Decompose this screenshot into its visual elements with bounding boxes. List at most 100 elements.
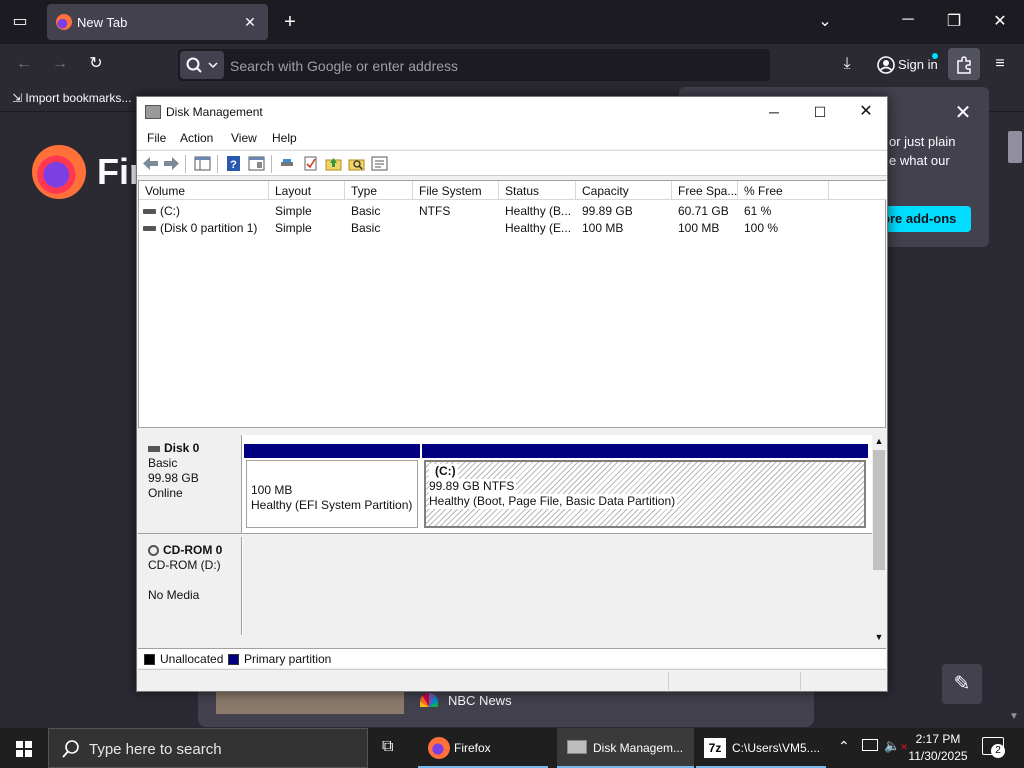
partition-efi-size: 100 MB: [251, 483, 293, 497]
cd-rom-icon: [148, 545, 159, 557]
import-icon: ⇲: [12, 91, 26, 105]
start-button[interactable]: [0, 728, 48, 768]
menu-bar: File Action View Help: [137, 127, 887, 149]
connect-icon[interactable]: [279, 156, 296, 171]
volume-name: (Disk 0 partition 1): [160, 221, 258, 235]
help-icon[interactable]: ?: [225, 156, 242, 171]
primary-partition-swatch: [228, 654, 239, 665]
partition-efi[interactable]: 100 MB Healthy (EFI System Partition): [244, 444, 420, 530]
taskbar-app-7zip[interactable]: 7z C:\Users\VM5....: [696, 728, 826, 768]
extensions-button[interactable]: [948, 48, 980, 80]
menu-view[interactable]: View: [231, 131, 257, 145]
news-source: NBC News: [448, 693, 512, 708]
window-title-bar[interactable]: Disk Management ─ ☐ ✕: [137, 97, 887, 127]
column-header-blank: [829, 181, 887, 200]
tab-new-tab[interactable]: New Tab ✕: [47, 4, 268, 40]
list-all-tabs-icon[interactable]: ⌄: [815, 12, 835, 32]
graphical-scrollbar-thumb[interactable]: [873, 450, 885, 570]
import-bookmarks-link[interactable]: ⇲ Import bookmarks...: [12, 91, 131, 105]
search-folder-icon[interactable]: [348, 156, 365, 171]
tab-title: New Tab: [77, 15, 128, 30]
column-header-capacity[interactable]: Capacity: [576, 181, 672, 200]
partition-c-size: 99.89 GB NTFS: [429, 479, 517, 494]
close-window-icon[interactable]: ✕: [990, 12, 1010, 32]
show-hide-tree-icon[interactable]: [194, 156, 211, 171]
graphical-view-scrollbar[interactable]: ▲ ▼: [872, 435, 886, 647]
new-tab-button[interactable]: +: [280, 12, 300, 32]
tab-list-icon[interactable]: ▭: [10, 12, 30, 32]
column-header-type[interactable]: Type: [345, 181, 413, 200]
page-scrollbar[interactable]: ▼: [1006, 113, 1024, 728]
forward-arrow-icon[interactable]: [163, 156, 180, 171]
primary-partition-bar: [244, 444, 420, 458]
menu-file[interactable]: File: [147, 131, 166, 145]
close-button[interactable]: ✕: [843, 97, 889, 127]
checklist-icon[interactable]: [302, 156, 319, 171]
menu-help[interactable]: Help: [272, 131, 297, 145]
customize-pencil-icon[interactable]: ✎: [942, 664, 982, 704]
scroll-down-icon[interactable]: ▼: [1009, 711, 1019, 722]
table-row[interactable]: (C:) Simple Basic NTFS Healthy (B... 99.…: [139, 202, 885, 219]
taskbar-app-label: Firefox: [454, 741, 491, 755]
column-header-percent-free[interactable]: % Free: [738, 181, 829, 200]
folder-up-icon[interactable]: [325, 156, 342, 171]
panel-close-icon[interactable]: ✕: [951, 101, 975, 125]
unallocated-swatch: [144, 654, 155, 665]
column-header-status[interactable]: Status: [499, 181, 576, 200]
tab-close-icon[interactable]: ✕: [240, 12, 260, 32]
address-bar[interactable]: Search with Google or enter address: [178, 49, 770, 81]
minimize-icon[interactable]: ─: [898, 10, 918, 30]
browser-tab-bar: ▭ New Tab ✕ + ⌄ ─ ❐ ✕: [0, 0, 1024, 44]
volume-muted-icon[interactable]: 🔈✕: [884, 738, 908, 754]
taskbar-search-box[interactable]: Type here to search: [48, 728, 368, 768]
toolbar-separator: [185, 155, 186, 173]
search-engine-button[interactable]: [180, 51, 224, 79]
downloads-icon[interactable]: ⤓: [837, 54, 857, 74]
column-header-free-space[interactable]: Free Spa...: [672, 181, 738, 200]
properties-icon[interactable]: [248, 156, 265, 171]
status-divider: [800, 672, 801, 690]
disk-0-status: Online: [148, 486, 183, 500]
taskbar-app-firefox[interactable]: Firefox: [418, 728, 548, 768]
column-header-volume[interactable]: Volume: [139, 181, 269, 200]
news-card[interactable]: NBC News: [198, 687, 814, 727]
cdrom-0-info[interactable]: CD-ROM 0 CD-ROM (D:) No Media: [138, 537, 242, 635]
toolbar-separator: [271, 155, 272, 173]
import-bookmarks-label: Import bookmarks...: [25, 91, 132, 105]
firefox-favicon-icon: [56, 14, 72, 30]
restore-icon[interactable]: ❐: [944, 12, 964, 32]
action-center-icon[interactable]: 2: [982, 737, 1005, 758]
scroll-up-icon[interactable]: ▲: [872, 435, 886, 447]
column-header-file-system[interactable]: File System: [413, 181, 499, 200]
svg-text:?: ?: [230, 159, 237, 171]
cdrom-0-type: CD-ROM (D:): [148, 558, 221, 572]
settings-view-icon[interactable]: [371, 156, 388, 171]
disk-0-info[interactable]: Disk 0 Basic 99.98 GB Online: [138, 435, 242, 533]
scroll-down-icon[interactable]: ▼: [872, 631, 886, 643]
forward-icon[interactable]: →: [50, 54, 70, 74]
notification-dot-icon: [932, 53, 938, 59]
column-header-layout[interactable]: Layout: [269, 181, 345, 200]
reload-icon[interactable]: ↻: [86, 54, 106, 74]
task-view-icon[interactable]: ⧉: [382, 738, 402, 758]
back-arrow-icon[interactable]: [142, 156, 159, 171]
sign-in-button[interactable]: Sign in: [870, 49, 942, 81]
cdrom-spacer: [148, 573, 241, 588]
back-icon[interactable]: ←: [14, 54, 34, 74]
system-clock[interactable]: 2:17 PM 11/30/2025: [906, 731, 970, 765]
table-row[interactable]: (Disk 0 partition 1) Simple Basic Health…: [139, 219, 885, 236]
network-icon[interactable]: [862, 739, 878, 751]
taskbar-app-disk-management[interactable]: Disk Managem...: [557, 728, 694, 768]
row-layout: Simple: [275, 221, 312, 235]
maximize-button[interactable]: ☐: [797, 97, 843, 127]
tray-chevron-icon[interactable]: ⌃: [838, 738, 850, 755]
partition-c-body: (C:) 99.89 GB NTFS Healthy (Boot, Page F…: [424, 460, 866, 528]
volume-icon: [143, 226, 156, 232]
disk-icon: [148, 445, 160, 452]
app-menu-icon[interactable]: ≡: [990, 54, 1010, 74]
window-title: Disk Management: [166, 105, 263, 119]
minimize-button[interactable]: ─: [751, 97, 797, 127]
page-scrollbar-thumb[interactable]: [1008, 131, 1022, 163]
menu-action[interactable]: Action: [180, 131, 213, 145]
partition-c[interactable]: (C:) 99.89 GB NTFS Healthy (Boot, Page F…: [422, 444, 868, 530]
